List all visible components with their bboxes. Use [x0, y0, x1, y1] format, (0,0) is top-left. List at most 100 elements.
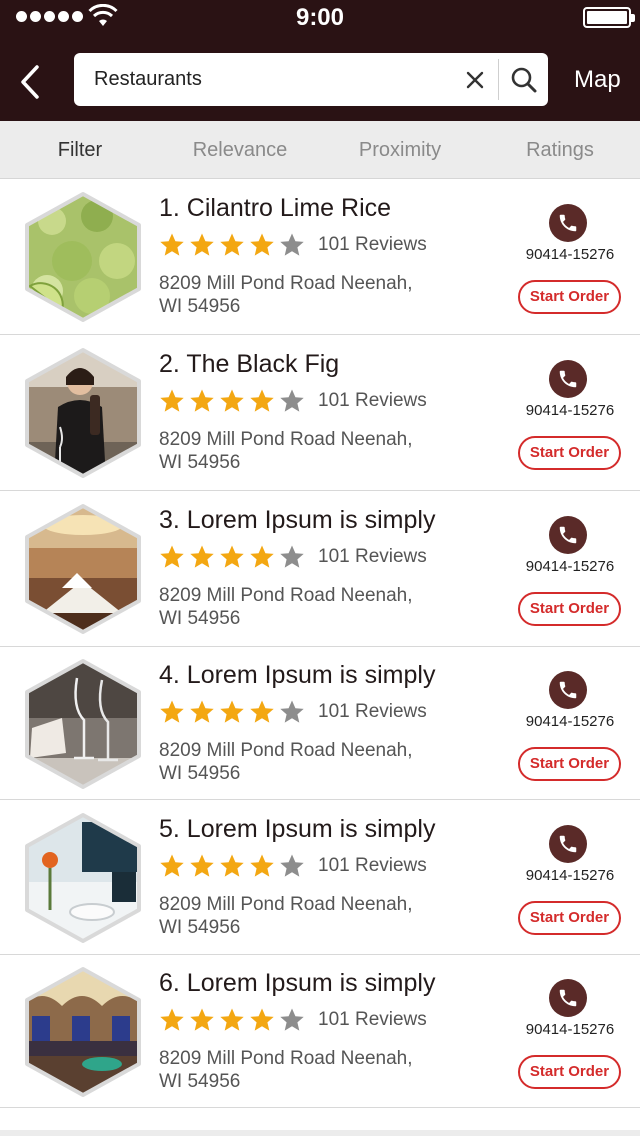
review-count[interactable]: 101 Reviews — [318, 855, 427, 877]
search-icon — [511, 67, 537, 93]
phone-number[interactable]: 90414-15276 — [512, 1021, 628, 1038]
restaurant-address: 8209 Mill Pond Road Neenah, WI 54956 — [159, 584, 429, 630]
call-button[interactable] — [549, 360, 587, 398]
list-item[interactable]: 6. Lorem Ipsum is simply 101 Reviews 8209 … — [0, 955, 640, 1108]
address-line-1: 8209 Mill Pond Road Neenah, — [159, 273, 413, 294]
rating-stars — [159, 1007, 305, 1033]
phone-number[interactable]: 90414-15276 — [512, 558, 628, 575]
star-filled-icon — [189, 232, 215, 258]
phone-number[interactable]: 90414-15276 — [512, 713, 628, 730]
call-button[interactable] — [549, 516, 587, 554]
address-line-2: WI 54956 — [159, 1071, 241, 1092]
star-filled-icon — [189, 388, 215, 414]
clear-search-button[interactable] — [458, 63, 492, 97]
rating-stars — [159, 388, 305, 414]
results-list: 1. Cilantro Lime Rice 101 Reviews 8209 Mil… — [0, 179, 640, 1108]
start-order-button[interactable]: Start Order — [518, 592, 621, 626]
review-count[interactable]: 101 Reviews — [318, 546, 427, 568]
address-line-1: 8209 Mill Pond Road Neenah, — [159, 429, 413, 450]
list-item[interactable]: 3. Lorem Ipsum is simply 101 Reviews 8209 … — [0, 491, 640, 647]
restaurant-name[interactable]: 4. Lorem Ipsum is simply — [159, 661, 435, 690]
star-filled-icon — [219, 388, 245, 414]
address-line-1: 8209 Mill Pond Road Neenah, — [159, 1048, 413, 1069]
restaurant-thumbnail[interactable] — [22, 347, 144, 479]
restaurant-name[interactable]: 6. Lorem Ipsum is simply — [159, 969, 435, 998]
star-filled-icon — [189, 1007, 215, 1033]
review-count[interactable]: 101 Reviews — [318, 1009, 427, 1031]
search-input[interactable] — [94, 62, 454, 96]
map-button[interactable]: Map — [574, 66, 640, 98]
list-item[interactable]: 4. Lorem Ipsum is simply 101 Reviews 8209 … — [0, 647, 640, 800]
restaurant-address: 8209 Mill Pond Road Neenah, WI 54956 — [159, 272, 429, 318]
start-order-button[interactable]: Start Order — [518, 901, 621, 935]
call-button[interactable] — [549, 671, 587, 709]
search-divider — [498, 59, 499, 100]
star-empty-icon — [279, 1007, 305, 1033]
filter-bar: Filter Relevance Proximity Ratings — [0, 121, 640, 179]
star-filled-icon — [249, 853, 275, 879]
rating-stars — [159, 544, 305, 570]
star-empty-icon — [279, 232, 305, 258]
start-order-button[interactable]: Start Order — [518, 436, 621, 470]
list-item[interactable]: 2. The Black Fig 101 Reviews 8209 Mill Pon… — [0, 335, 640, 491]
restaurant-address: 8209 Mill Pond Road Neenah, WI 54956 — [159, 428, 429, 474]
address-line-2: WI 54956 — [159, 763, 241, 784]
phone-icon — [559, 681, 577, 699]
restaurant-name[interactable]: 2. The Black Fig — [159, 350, 339, 379]
list-item[interactable]: 5. Lorem Ipsum is simply 101 Reviews 8209 … — [0, 800, 640, 955]
status-bar: 9:00 — [0, 0, 640, 36]
call-button[interactable] — [549, 979, 587, 1017]
phone-icon — [559, 370, 577, 388]
phone-number[interactable]: 90414-15276 — [512, 246, 628, 263]
battery-icon — [583, 7, 635, 28]
search-button[interactable] — [504, 62, 544, 98]
review-count[interactable]: 101 Reviews — [318, 234, 427, 256]
restaurant-thumbnail[interactable] — [22, 503, 144, 635]
call-button[interactable] — [549, 825, 587, 863]
star-filled-icon — [249, 544, 275, 570]
star-filled-icon — [189, 544, 215, 570]
review-count[interactable]: 101 Reviews — [318, 390, 427, 412]
address-line-2: WI 54956 — [159, 452, 241, 473]
restaurant-name[interactable]: 5. Lorem Ipsum is simply — [159, 815, 435, 844]
tab-relevance[interactable]: Relevance — [160, 121, 320, 178]
star-filled-icon — [249, 388, 275, 414]
restaurant-name[interactable]: 1. Cilantro Lime Rice — [159, 194, 391, 223]
close-icon — [466, 71, 484, 89]
start-order-button[interactable]: Start Order — [518, 747, 621, 781]
restaurant-address: 8209 Mill Pond Road Neenah, WI 54956 — [159, 739, 429, 785]
chevron-left-icon — [21, 65, 39, 99]
star-empty-icon — [279, 853, 305, 879]
tab-ratings[interactable]: Ratings — [480, 121, 640, 178]
star-filled-icon — [159, 699, 185, 725]
restaurant-name[interactable]: 3. Lorem Ipsum is simply — [159, 506, 435, 535]
phone-icon — [559, 526, 577, 544]
restaurant-thumbnail[interactable] — [22, 658, 144, 790]
star-filled-icon — [159, 232, 185, 258]
restaurant-thumbnail[interactable] — [22, 966, 144, 1098]
call-button[interactable] — [549, 204, 587, 242]
restaurant-thumbnail[interactable] — [22, 191, 144, 323]
start-order-button[interactable]: Start Order — [518, 280, 621, 314]
phone-icon — [559, 989, 577, 1007]
start-order-button[interactable]: Start Order — [518, 1055, 621, 1089]
search-box — [74, 53, 548, 106]
address-line-2: WI 54956 — [159, 296, 241, 317]
star-empty-icon — [279, 388, 305, 414]
tab-filter[interactable]: Filter — [0, 121, 160, 178]
phone-number[interactable]: 90414-15276 — [512, 402, 628, 419]
app-header: 9:00 Map — [0, 0, 640, 121]
rating-stars — [159, 232, 305, 258]
star-empty-icon — [279, 544, 305, 570]
restaurant-address: 8209 Mill Pond Road Neenah, WI 54956 — [159, 1047, 429, 1093]
tab-proximity[interactable]: Proximity — [320, 121, 480, 178]
rating-stars — [159, 699, 305, 725]
list-item[interactable]: 1. Cilantro Lime Rice 101 Reviews 8209 Mil… — [0, 179, 640, 335]
phone-icon — [559, 835, 577, 853]
phone-number[interactable]: 90414-15276 — [512, 867, 628, 884]
restaurant-thumbnail[interactable] — [22, 812, 144, 944]
star-filled-icon — [249, 699, 275, 725]
review-count[interactable]: 101 Reviews — [318, 701, 427, 723]
star-filled-icon — [249, 1007, 275, 1033]
back-button[interactable] — [10, 60, 50, 104]
